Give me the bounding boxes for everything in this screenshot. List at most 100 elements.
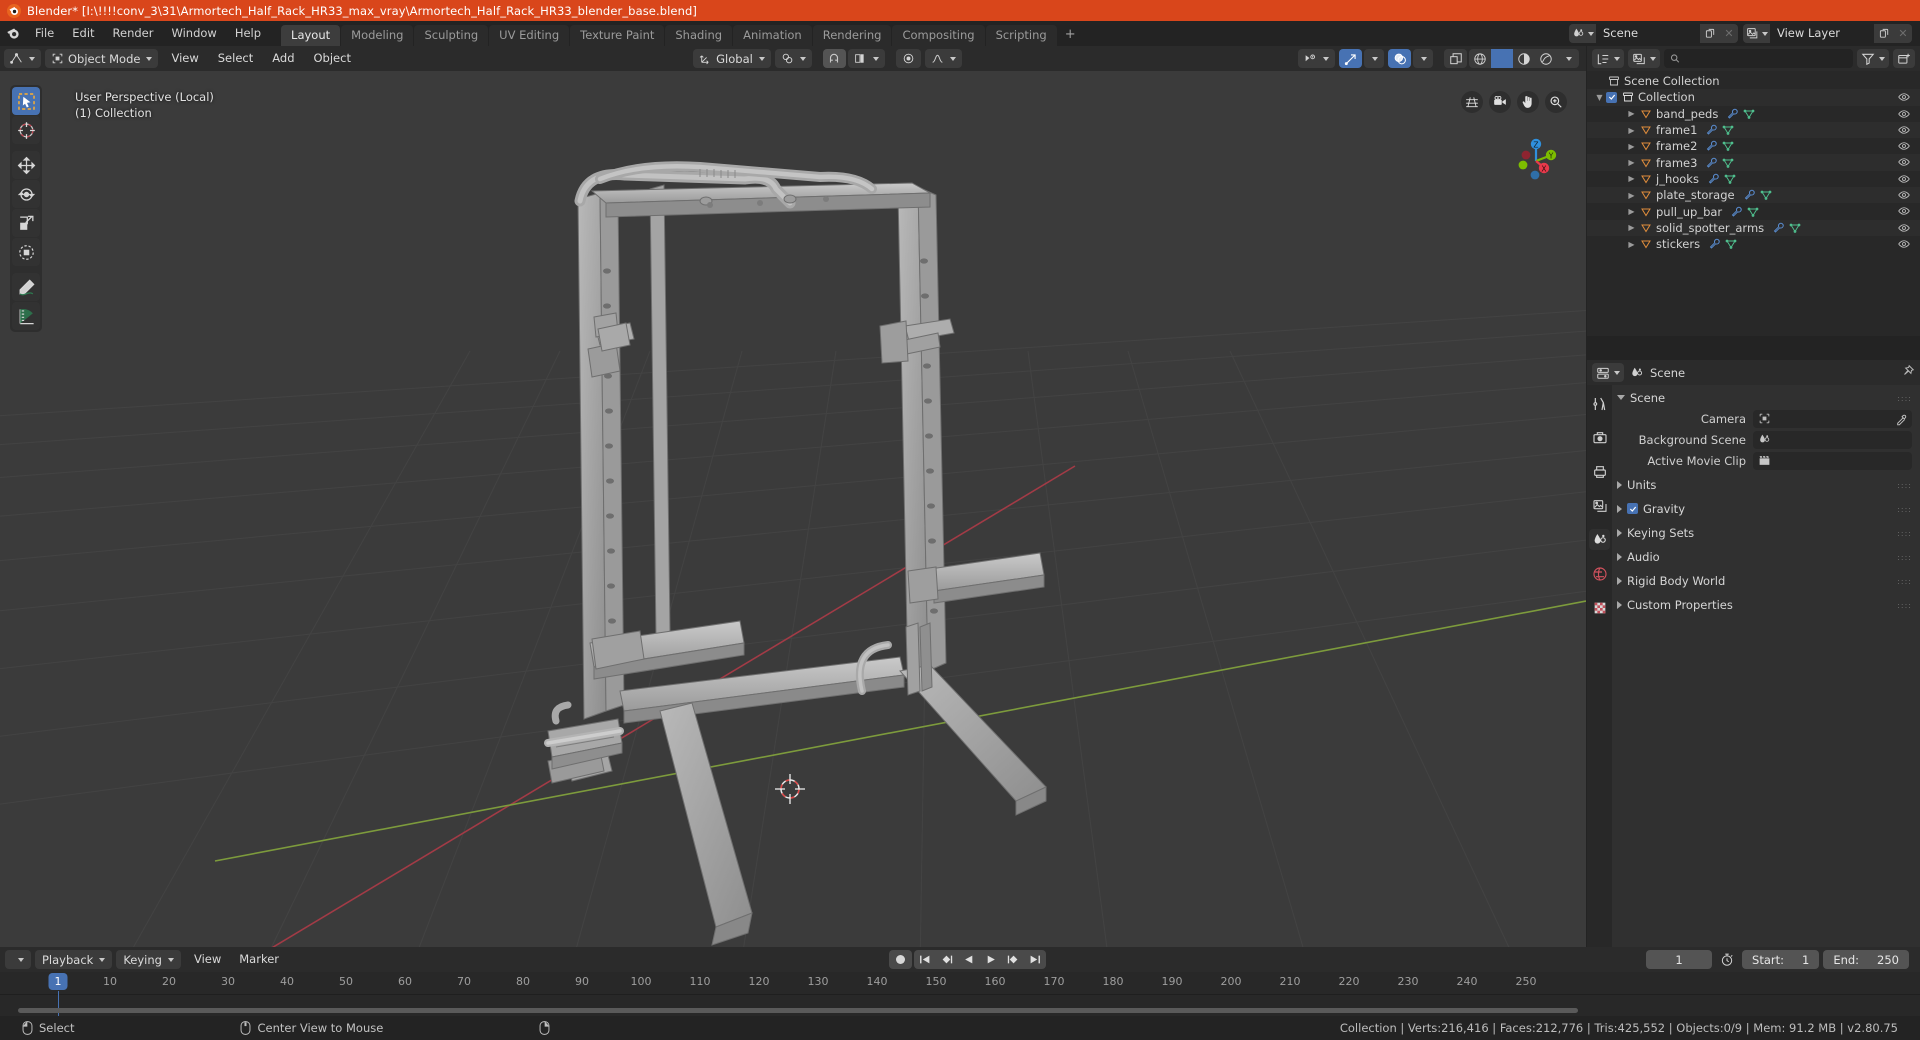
- object-expand-triangle[interactable]: ▶: [1625, 109, 1638, 118]
- overlays-dropdown[interactable]: [1413, 49, 1433, 68]
- pin-icon[interactable]: [1901, 363, 1915, 382]
- add-workspace-button[interactable]: +: [1058, 25, 1083, 46]
- timeline-scrollbar[interactable]: [18, 1008, 1578, 1013]
- object-visibility-icon[interactable]: [1298, 49, 1335, 68]
- shading-dropdown[interactable]: [1557, 49, 1579, 68]
- tool-annotate[interactable]: [12, 273, 40, 301]
- properties-tab-tool[interactable]: [1589, 393, 1610, 414]
- view-layer-name[interactable]: View Layer: [1770, 24, 1874, 43]
- play-icon[interactable]: [980, 950, 1002, 969]
- tab-compositing[interactable]: Compositing: [892, 25, 985, 46]
- tab-sculpting[interactable]: Sculpting: [414, 25, 489, 46]
- panel-audio[interactable]: Audio ::::: [1612, 547, 1920, 566]
- playback-menu[interactable]: Playback: [35, 950, 113, 969]
- properties-tab-texture[interactable]: [1589, 597, 1610, 618]
- panel-units[interactable]: Units ::::: [1612, 475, 1920, 494]
- viewport-menu-add[interactable]: Add: [263, 49, 303, 68]
- new-scene-button[interactable]: [1700, 24, 1720, 43]
- shading-wireframe-icon[interactable]: [1469, 49, 1491, 68]
- hide-in-viewport-icon[interactable]: [1898, 140, 1910, 155]
- tab-animation[interactable]: Animation: [733, 25, 812, 46]
- object-expand-triangle[interactable]: ▶: [1625, 207, 1638, 216]
- menu-window[interactable]: Window: [162, 24, 225, 43]
- hide-in-viewport-icon[interactable]: [1898, 238, 1910, 253]
- hide-in-viewport-icon[interactable]: [1898, 173, 1910, 188]
- gizmo-toggle-icon[interactable]: [1339, 49, 1362, 68]
- frame-range-fields[interactable]: Start: 1: [1742, 950, 1820, 969]
- viewport-menu-view[interactable]: View: [162, 49, 207, 68]
- hide-in-viewport-icon[interactable]: [1898, 189, 1910, 204]
- remove-scene-button[interactable]: ✕: [1720, 24, 1738, 43]
- properties-tab-scene[interactable]: [1589, 529, 1610, 550]
- next-keyframe-icon[interactable]: [1002, 950, 1024, 969]
- end-frame-value[interactable]: 250: [1877, 953, 1899, 967]
- hide-in-viewport-icon[interactable]: [1898, 91, 1910, 106]
- panel-rigid-body-world[interactable]: Rigid Body World ::::: [1612, 571, 1920, 590]
- auto-keying-icon[interactable]: [888, 950, 912, 969]
- tab-modeling[interactable]: Modeling: [341, 25, 414, 46]
- gravity-checkbox[interactable]: [1627, 503, 1638, 514]
- object-expand-triangle[interactable]: ▶: [1625, 191, 1638, 200]
- shading-rendered-icon[interactable]: [1535, 49, 1557, 68]
- play-reverse-icon[interactable]: [958, 950, 980, 969]
- collection-checkbox[interactable]: [1606, 91, 1617, 103]
- tab-layout[interactable]: Layout: [281, 25, 341, 46]
- shading-material-icon[interactable]: [1513, 49, 1535, 68]
- menu-file[interactable]: File: [26, 24, 63, 43]
- tab-texture-paint[interactable]: Texture Paint: [570, 25, 665, 46]
- object-expand-triangle[interactable]: ▶: [1625, 126, 1638, 135]
- object-expand-triangle[interactable]: ▶: [1625, 240, 1638, 249]
- editor-type-3dview-icon[interactable]: [4, 49, 41, 68]
- keying-menu[interactable]: Keying: [116, 950, 181, 969]
- transform-orientation-selector[interactable]: Global: [693, 49, 771, 68]
- outliner-object-row[interactable]: ▶ solid_spotter_arms: [1587, 219, 1920, 236]
- viewport-menu-select[interactable]: Select: [209, 49, 262, 68]
- display-mode-icon[interactable]: [1628, 49, 1660, 68]
- collection-expand-triangle[interactable]: ▼: [1593, 93, 1606, 102]
- tool-cursor[interactable]: [12, 116, 40, 144]
- current-frame-field[interactable]: 1: [1646, 950, 1713, 969]
- panel-gravity[interactable]: Gravity ::::: [1612, 499, 1920, 518]
- timeline-playhead[interactable]: 1: [48, 973, 68, 990]
- panel-custom-properties[interactable]: Custom Properties ::::: [1612, 595, 1920, 614]
- hide-in-viewport-icon[interactable]: [1898, 156, 1910, 171]
- hide-in-viewport-icon[interactable]: [1898, 124, 1910, 139]
- hide-in-viewport-icon[interactable]: [1898, 108, 1910, 123]
- timeline-menu-view[interactable]: View: [185, 950, 230, 969]
- menu-edit[interactable]: Edit: [63, 24, 103, 43]
- shading-solid-icon[interactable]: [1491, 49, 1513, 68]
- snap-target-selector[interactable]: [774, 49, 812, 68]
- timeline-ruler[interactable]: 1 10 20 30 40 50 60 70 80 90 100 110 120…: [0, 972, 1920, 994]
- outliner-object-row[interactable]: ▶ pull_up_bar: [1587, 203, 1920, 219]
- outliner-icon[interactable]: [1592, 49, 1624, 68]
- outliner-object-row[interactable]: ▶ frame2: [1587, 138, 1920, 154]
- proportional-edit-icon[interactable]: [847, 49, 885, 68]
- menu-help[interactable]: Help: [226, 24, 270, 43]
- tab-rendering[interactable]: Rendering: [812, 25, 892, 46]
- tab-shading[interactable]: Shading: [665, 25, 733, 46]
- outliner-object-row[interactable]: ▶ j_hooks: [1587, 171, 1920, 187]
- object-expand-triangle[interactable]: ▶: [1625, 142, 1638, 151]
- pivot-point-icon[interactable]: [895, 49, 921, 68]
- magnet-icon[interactable]: [822, 49, 846, 68]
- use-preview-range-icon[interactable]: [1716, 950, 1738, 969]
- tool-scale[interactable]: [12, 209, 40, 237]
- grid-view-icon[interactable]: [1461, 91, 1483, 113]
- hide-in-viewport-icon[interactable]: [1898, 205, 1910, 220]
- new-view-layer-button[interactable]: [1874, 24, 1894, 43]
- panel-keying-sets[interactable]: Keying Sets ::::: [1612, 523, 1920, 542]
- outliner-object-row[interactable]: ▶ band_peds: [1587, 106, 1920, 122]
- outliner-object-row[interactable]: ▶ frame1: [1587, 121, 1920, 139]
- properties-tab-render[interactable]: [1589, 427, 1610, 448]
- view-layer-selector[interactable]: View Layer ✕: [1743, 24, 1912, 43]
- search-input[interactable]: [1685, 52, 1847, 65]
- falloff-curve-icon[interactable]: [924, 49, 962, 68]
- navigation-gizmo[interactable]: Z Y X: [1508, 133, 1564, 189]
- timeline-track-area[interactable]: [0, 991, 1920, 1017]
- scene-name[interactable]: Scene: [1596, 24, 1700, 43]
- zoom-view-icon[interactable]: [1545, 91, 1567, 113]
- view-layer-icon[interactable]: [1743, 24, 1770, 43]
- remove-view-layer-button[interactable]: ✕: [1894, 24, 1912, 43]
- end-frame-field[interactable]: End: 250: [1823, 950, 1909, 969]
- outliner-object-row[interactable]: ▶ stickers: [1587, 236, 1920, 252]
